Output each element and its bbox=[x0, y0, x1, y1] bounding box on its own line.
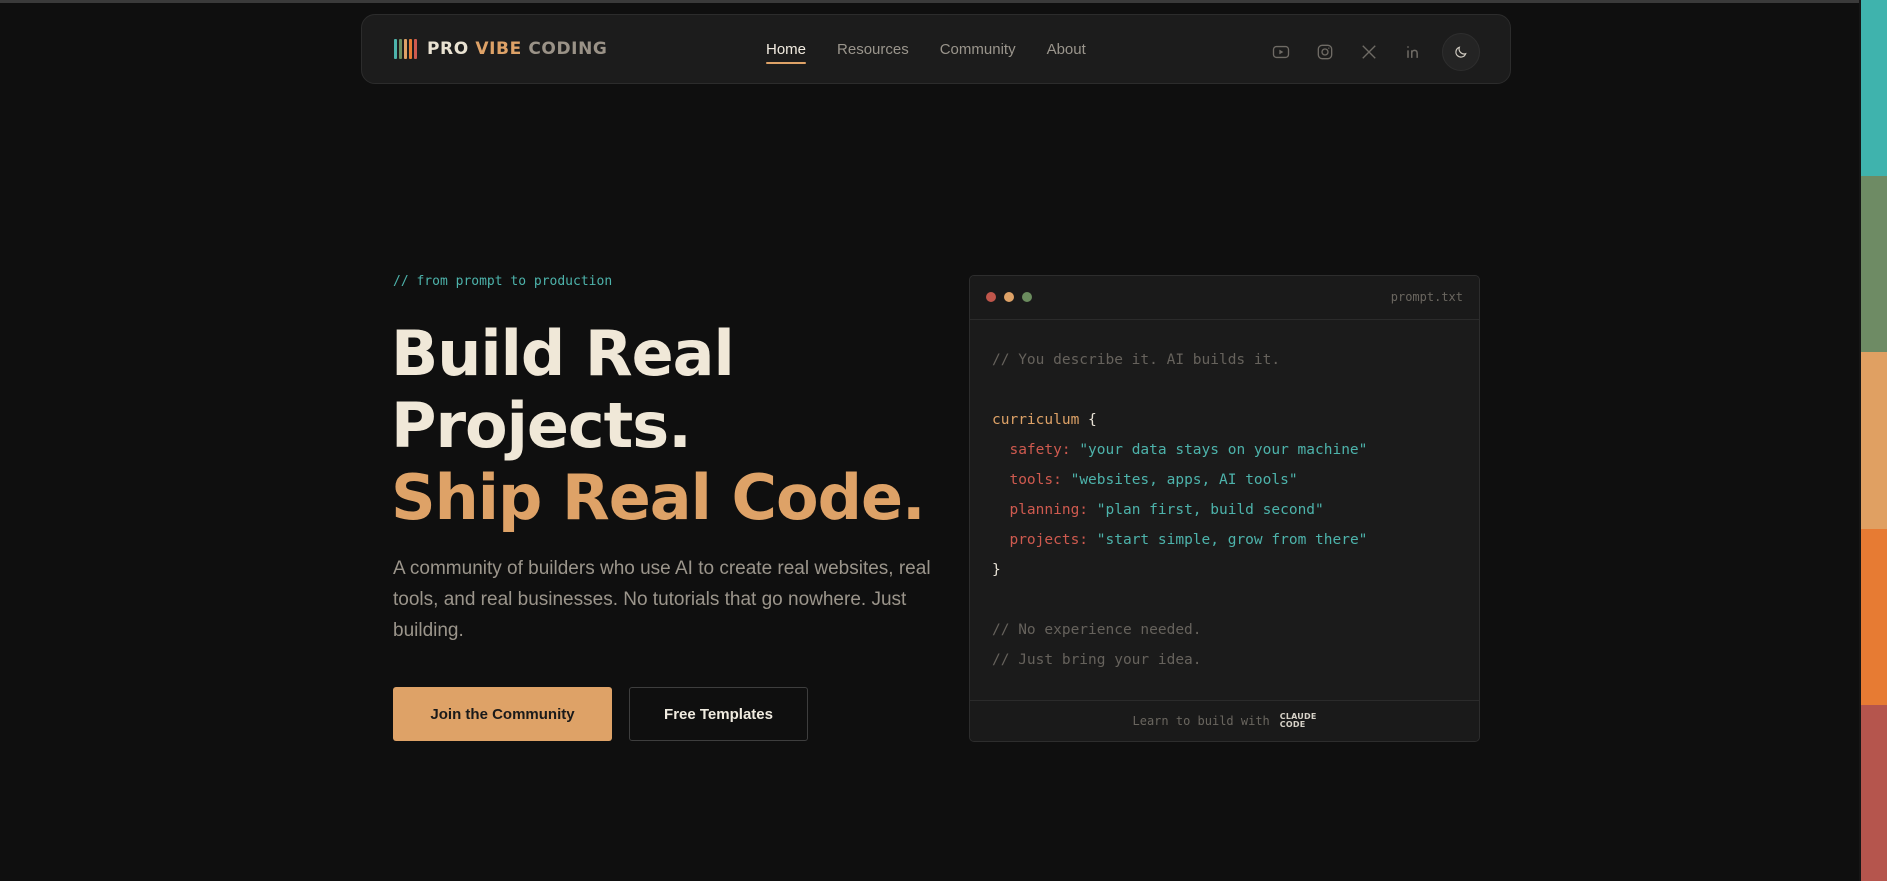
free-templates-button[interactable]: Free Templates bbox=[629, 687, 808, 741]
top-navbar: PRO VIBE CODING Home Resources Community… bbox=[361, 14, 1511, 84]
x-icon[interactable] bbox=[1358, 41, 1380, 63]
social-links bbox=[1248, 33, 1480, 71]
minimize-dot-icon bbox=[1004, 292, 1014, 302]
code-key-safety: safety: bbox=[1009, 442, 1071, 458]
strip-sand bbox=[1861, 352, 1887, 529]
hero-tagline: // from prompt to production bbox=[393, 274, 613, 289]
logo-bars-icon bbox=[394, 39, 417, 59]
code-value-safety: "your data stays on your machine" bbox=[1079, 442, 1368, 458]
close-dot-icon bbox=[986, 292, 996, 302]
theme-toggle-button[interactable] bbox=[1442, 33, 1480, 71]
code-comment-3: // Just bring your idea. bbox=[992, 652, 1202, 668]
footer-learn-text: Learn to build with bbox=[1132, 714, 1270, 728]
code-key-tools: tools: bbox=[1009, 472, 1062, 488]
code-value-projects: "start simple, grow from there" bbox=[1096, 532, 1368, 548]
code-window: prompt.txt // You describe it. AI builds… bbox=[969, 275, 1480, 742]
strip-teal bbox=[1861, 0, 1887, 177]
code-key-planning: planning: bbox=[1009, 502, 1089, 518]
headline-line-3: Ship Real Code. bbox=[391, 461, 926, 534]
code-comment-2: // No experience needed. bbox=[992, 622, 1202, 638]
code-body: // You describe it. AI builds it. curric… bbox=[992, 345, 1367, 675]
code-value-planning: "plan first, build second" bbox=[1096, 502, 1324, 518]
window-dots bbox=[986, 292, 1040, 302]
claude-logo-line-2: CODE bbox=[1279, 720, 1306, 729]
code-close-brace: } bbox=[992, 562, 1001, 578]
code-value-tools: "websites, apps, AI tools" bbox=[1070, 472, 1298, 488]
youtube-icon[interactable] bbox=[1270, 41, 1292, 63]
code-window-header: prompt.txt bbox=[970, 276, 1479, 320]
code-filename: prompt.txt bbox=[1390, 290, 1463, 304]
logo-word-coding: CODING bbox=[528, 39, 608, 59]
instagram-icon[interactable] bbox=[1314, 41, 1336, 63]
claude-code-logo[interactable]: CLAUDE CODE bbox=[1280, 713, 1317, 729]
strip-red bbox=[1861, 704, 1887, 881]
headline-line-2: Projects. bbox=[391, 389, 692, 462]
site-logo[interactable]: PRO VIBE CODING bbox=[394, 39, 607, 59]
nav-link-resources[interactable]: Resources bbox=[837, 41, 909, 64]
logo-word-pro: PRO bbox=[427, 39, 469, 59]
hero-description: A community of builders who use AI to cr… bbox=[393, 558, 931, 641]
code-key-projects: projects: bbox=[1009, 532, 1089, 548]
moon-icon bbox=[1455, 46, 1467, 58]
nav-link-about[interactable]: About bbox=[1047, 41, 1086, 64]
hero-headline: Build Real Projects. Ship Real Code. bbox=[391, 317, 926, 534]
nav-link-community[interactable]: Community bbox=[940, 41, 1016, 64]
nav-link-home[interactable]: Home bbox=[766, 41, 807, 64]
color-strip bbox=[1861, 0, 1887, 881]
code-object-name: curriculum bbox=[992, 412, 1080, 428]
code-comment-1: // You describe it. AI builds it. bbox=[992, 352, 1281, 368]
strip-orange bbox=[1861, 528, 1887, 705]
linkedin-icon[interactable] bbox=[1402, 41, 1424, 63]
logo-word-vibe: VIBE bbox=[475, 39, 522, 59]
code-open-brace: { bbox=[1088, 412, 1097, 428]
maximize-dot-icon bbox=[1022, 292, 1032, 302]
code-window-footer: Learn to build with CLAUDE CODE bbox=[970, 700, 1479, 741]
nav-links: Home Resources Community About bbox=[766, 41, 1117, 64]
strip-green bbox=[1861, 176, 1887, 353]
browser-top-border bbox=[0, 0, 1887, 3]
logo-text: PRO VIBE CODING bbox=[427, 39, 607, 59]
join-community-button[interactable]: Join the Community bbox=[393, 687, 612, 741]
headline-line-1: Build Real bbox=[391, 317, 735, 390]
